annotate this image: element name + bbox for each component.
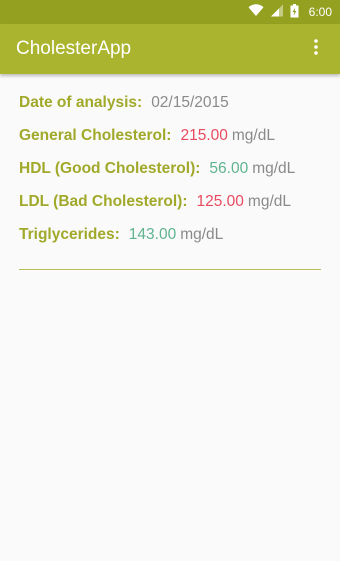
hdl-row: HDL (Good Cholesterol): 56.00 mg/dL bbox=[19, 160, 321, 193]
ldl-value: 125.00 bbox=[196, 193, 244, 210]
app-title: CholesterApp bbox=[16, 38, 132, 59]
ldl-unit: mg/dL bbox=[247, 193, 292, 210]
battery-icon bbox=[290, 3, 299, 21]
hdl-unit: mg/dL bbox=[252, 160, 296, 177]
status-time: 6:00 bbox=[308, 5, 332, 19]
general-cholesterol-unit: mg/dL bbox=[231, 127, 275, 144]
overflow-menu-button[interactable] bbox=[304, 37, 328, 61]
general-cholesterol-value: 215.00 bbox=[180, 127, 228, 144]
triglycerides-label: Triglycerides: bbox=[19, 226, 120, 243]
date-value: 02/15/2015 bbox=[151, 94, 229, 111]
date-row: Date of analysis: 02/15/2015 bbox=[19, 94, 321, 127]
triglycerides-value: 143.00 bbox=[128, 226, 177, 243]
triglycerides-row: Triglycerides: 143.00 mg/dL bbox=[19, 226, 321, 259]
divider bbox=[19, 269, 321, 270]
triglycerides-unit: mg/dL bbox=[180, 226, 224, 243]
ldl-row: LDL (Bad Cholesterol): 125.00 mg/dL bbox=[19, 193, 321, 226]
app-bar: CholesterApp bbox=[0, 24, 340, 74]
ldl-label: LDL (Bad Cholesterol): bbox=[19, 193, 188, 210]
wifi-icon bbox=[248, 4, 264, 20]
general-cholesterol-label: General Cholesterol: bbox=[19, 127, 172, 144]
hdl-value: 56.00 bbox=[209, 160, 249, 177]
signal-icon bbox=[270, 4, 284, 20]
hdl-label: HDL (Good Cholesterol): bbox=[19, 160, 201, 177]
status-icons: 6:00 bbox=[248, 3, 332, 21]
general-cholesterol-row: General Cholesterol: 215.00 mg/dL bbox=[19, 127, 321, 160]
date-label: Date of analysis: bbox=[19, 94, 143, 111]
more-vert-icon bbox=[314, 38, 318, 60]
status-bar: 6:00 bbox=[0, 0, 340, 24]
analysis-details: Date of analysis: 02/15/2015 General Cho… bbox=[0, 74, 340, 270]
